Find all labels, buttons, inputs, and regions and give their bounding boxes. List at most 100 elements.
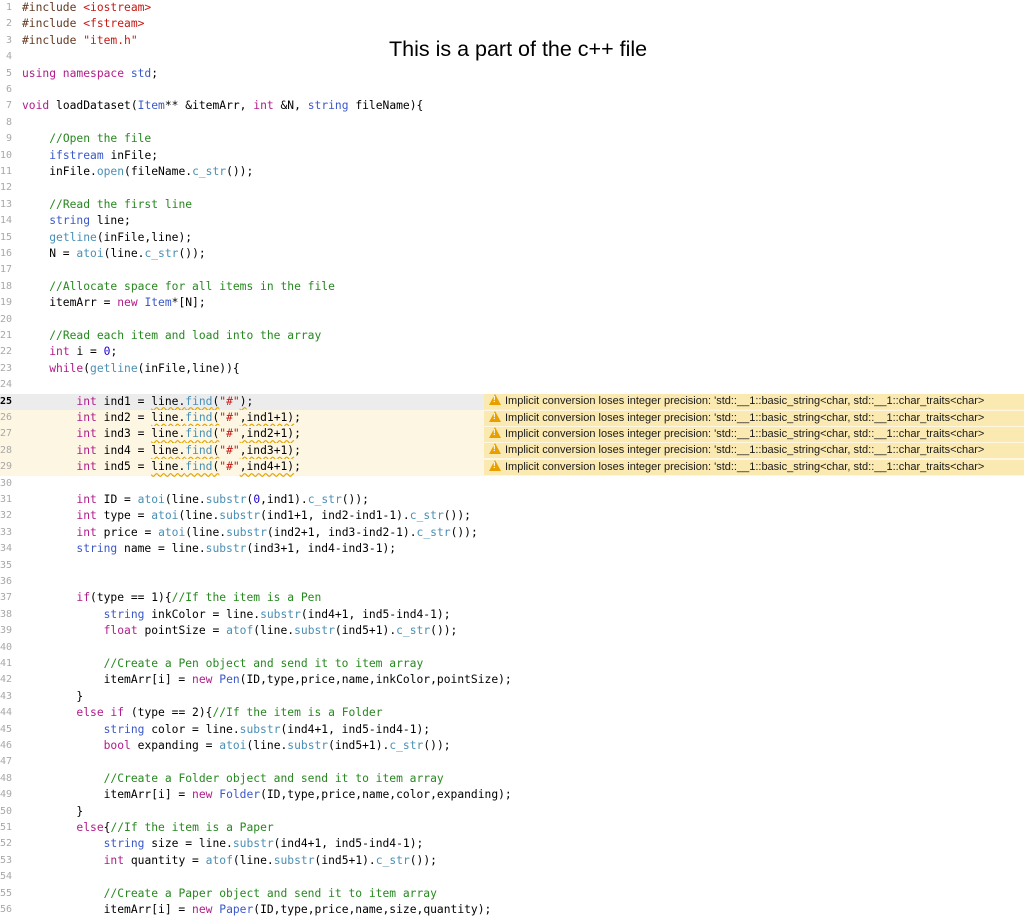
code-line[interactable]: 12 (0, 180, 1024, 196)
code-line[interactable]: 32 int type = atoi(line.substr(ind1+1, i… (0, 508, 1024, 524)
code-line[interactable]: 26 int ind2 = line.find("#",ind1+1); Impl… (0, 410, 1024, 427)
code-line[interactable]: 9 //Open the file (0, 131, 1024, 147)
code-line[interactable]: 47 (0, 754, 1024, 770)
code-line[interactable]: 35 (0, 558, 1024, 574)
line-number: 3 (5, 34, 12, 46)
code-line[interactable]: 45 string color = line.substr(ind4+1, in… (0, 722, 1024, 738)
line-number: 16 (0, 248, 12, 259)
code-line[interactable]: 6 (0, 82, 1024, 98)
code-text: getline(inFile,line); (49, 230, 193, 244)
line-number: 5 (5, 67, 12, 79)
line-number: 25 (0, 395, 12, 407)
code-line[interactable]: 27 int ind3 = line.find("#",ind2+1); Impl… (0, 426, 1024, 443)
code-line[interactable]: 55 //Create a Paper object and send it t… (0, 886, 1024, 902)
warning-message[interactable]: Implicit conversion loses integer precis… (484, 410, 1024, 426)
line-number: 24 (0, 379, 12, 391)
line-number: 21 (0, 330, 12, 341)
line-number: 35 (0, 559, 12, 571)
warning-message[interactable]: Implicit conversion loses integer precis… (484, 394, 1024, 410)
code-line[interactable]: 39 float pointSize = atof(line.substr(in… (0, 623, 1024, 639)
warning-message[interactable]: Implicit conversion loses integer precis… (484, 443, 1024, 459)
line-number: 27 (0, 428, 12, 440)
code-text: bool expanding = atoi(line.substr(ind5+1… (103, 739, 451, 752)
code-line[interactable]: 42 itemArr[i] = new Pen(ID,type,price,na… (0, 672, 1024, 688)
code-line[interactable]: 52 string size = line.substr(ind4+1, ind… (0, 836, 1024, 852)
code-line[interactable]: 10 ifstream inFile; (0, 148, 1024, 164)
line-number: 34 (0, 543, 12, 555)
code-line[interactable]: 11 inFile.open(fileName.c_str()); (0, 164, 1024, 180)
code-line[interactable]: 20 (0, 312, 1024, 328)
line-number: 14 (0, 215, 12, 227)
line-number: 26 (0, 412, 12, 423)
code-text: if(type == 1){//If the item is a Pen (76, 591, 322, 605)
code-line[interactable]: 43 } (0, 689, 1024, 705)
warning-text: Implicit conversion loses integer precis… (505, 460, 985, 473)
code-line[interactable]: 54 (0, 869, 1024, 885)
code-line[interactable]: 33 int price = atoi(line.substr(ind2+1, … (0, 525, 1024, 541)
code-line[interactable]: 34 string name = line.substr(ind3+1, ind… (0, 541, 1024, 557)
line-number: 41 (0, 658, 12, 669)
line-number: 7 (5, 100, 12, 112)
warning-message[interactable]: Implicit conversion loses integer precis… (484, 426, 1024, 442)
code-line[interactable]: 53 int quantity = atof(line.substr(ind5+… (0, 853, 1024, 869)
code-line[interactable]: 36 (0, 574, 1024, 590)
code-line[interactable]: 15 getline(inFile,line); (0, 230, 1024, 246)
line-number: 39 (0, 625, 12, 637)
code-text: #include "item.h" (22, 33, 138, 47)
code-text: //Create a Paper object and send it to i… (103, 886, 437, 900)
line-number: 4 (5, 51, 12, 63)
line-number: 50 (0, 805, 12, 817)
code-line[interactable]: 30 (0, 476, 1024, 492)
code-text: int ind4 = line.find("#",ind3+1); (76, 443, 301, 457)
line-number: 48 (0, 772, 12, 784)
code-text: void loadDataset(Item** &itemArr, int &N… (22, 99, 424, 113)
code-line[interactable]: 48 //Create a Folder object and send it … (0, 771, 1024, 787)
code-text: while(getline(inFile,line)){ (49, 361, 240, 375)
code-text: inFile.open(fileName.c_str()); (22, 165, 254, 178)
code-line[interactable]: 40 (0, 640, 1024, 656)
code-line[interactable]: 29 int ind5 = line.find("#",ind4+1); Impl… (0, 459, 1024, 476)
code-line[interactable]: 50 } (0, 804, 1024, 820)
warning-message[interactable]: Implicit conversion loses integer precis… (484, 459, 1024, 475)
code-line[interactable]: 19 itemArr = new Item*[N]; (0, 295, 1024, 311)
line-number: 38 (0, 608, 12, 620)
code-text: string size = line.substr(ind4+1, ind5-i… (103, 837, 424, 851)
code-editor[interactable]: 1 #include <iostream> 2 #include <fstream> 3… (0, 0, 1024, 916)
warning-text: Implicit conversion loses integer precis… (505, 427, 985, 440)
line-number: 33 (0, 526, 12, 538)
code-line[interactable]: 5 using namespace std; (0, 66, 1024, 82)
code-line[interactable]: 1 #include <iostream> (0, 0, 1024, 16)
code-line[interactable]: 17 (0, 262, 1024, 278)
code-text: ifstream inFile; (49, 148, 159, 162)
code-line[interactable]: 13 //Read the first line (0, 197, 1024, 213)
code-line[interactable]: 14 string line; (0, 213, 1024, 229)
code-text: itemArr[i] = new Folder(ID,type,price,na… (22, 788, 512, 802)
line-number: 55 (0, 887, 12, 899)
code-text: else{//If the item is a Paper (76, 821, 274, 834)
code-line[interactable]: 31 int ID = atoi(line.substr(0,ind1).c_s… (0, 492, 1024, 508)
code-line[interactable]: 25 int ind1 = line.find("#"); Implicit co… (0, 393, 1024, 410)
warning-icon (489, 426, 501, 438)
code-line[interactable]: 16 N = atoi(line.c_str()); (0, 246, 1024, 262)
code-line[interactable]: 41 //Create a Pen object and send it to … (0, 656, 1024, 672)
line-number: 18 (0, 280, 12, 292)
code-line[interactable]: 21 //Read each item and load into the ar… (0, 328, 1024, 344)
code-line[interactable]: 2 #include <fstream> (0, 16, 1024, 32)
code-line[interactable]: 8 (0, 115, 1024, 131)
code-line[interactable]: 37 if(type == 1){//If the item is a Pen (0, 590, 1024, 606)
code-line[interactable]: 46 bool expanding = atoi(line.substr(ind… (0, 738, 1024, 754)
code-line[interactable]: 7 void loadDataset(Item** &itemArr, int &… (0, 98, 1024, 114)
line-number: 13 (0, 198, 12, 210)
warning-icon (489, 443, 501, 455)
code-line[interactable]: 23 while(getline(inFile,line)){ (0, 361, 1024, 377)
code-line[interactable]: 38 string inkColor = line.substr(ind4+1,… (0, 607, 1024, 623)
code-line[interactable]: 51 else{//If the item is a Paper (0, 820, 1024, 836)
code-line[interactable]: 24 (0, 377, 1024, 393)
code-line[interactable]: 49 itemArr[i] = new Folder(ID,type,price… (0, 787, 1024, 803)
code-line[interactable]: 22 int i = 0; (0, 344, 1024, 360)
line-number: 12 (0, 182, 12, 194)
code-line[interactable]: 28 int ind4 = line.find("#",ind3+1); Impl… (0, 442, 1024, 460)
code-line[interactable]: 44 else if (type == 2){//If the item is … (0, 705, 1024, 721)
line-number: 11 (0, 166, 12, 177)
code-line[interactable]: 18 //Allocate space for all items in the… (0, 279, 1024, 295)
